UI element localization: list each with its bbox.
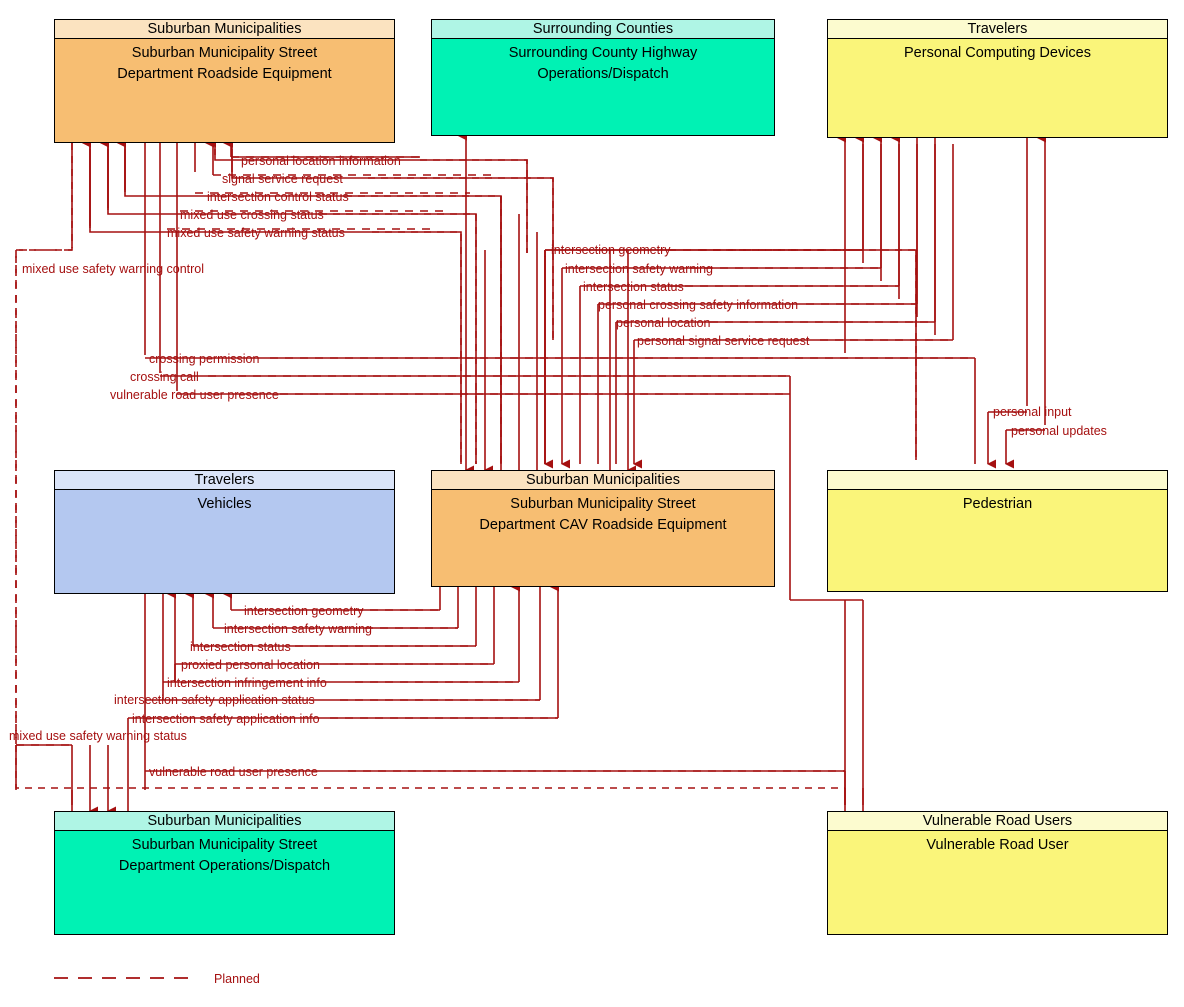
node-name-line: Surrounding County Highway [508, 45, 698, 61]
flow-label-personal-location: personal location [616, 316, 711, 330]
node-suburban-roadside-equipment[interactable]: Suburban Municipalities Suburban Municip… [54, 19, 395, 143]
flow-label-signal-service-request: signal service request [222, 172, 343, 186]
node-name-line: Vulnerable Road User [926, 837, 1069, 853]
flow-label-intersection-safety-application-status: intersection safety application status [114, 693, 315, 707]
node-vulnerable-road-user[interactable]: Vulnerable Road Users Vulnerable Road Us… [827, 811, 1168, 935]
node-stakeholder [828, 471, 1167, 490]
flow-label-personal-crossing-safety-information: personal crossing safety information [598, 298, 799, 312]
node-name-line: Suburban Municipality Street [131, 45, 318, 61]
flow-label-mixed-use-crossing-status: mixed use crossing status [180, 208, 324, 222]
flow-label-personal-input: personal input [993, 405, 1072, 419]
flow-label-personal-updates: personal updates [1011, 424, 1107, 438]
node-stakeholder: Travelers [828, 20, 1167, 39]
flow-label-vulnerable-road-user-presence-lower: vulnerable road user presence [149, 765, 318, 779]
node-suburban-street-dept-ops[interactable]: Suburban Municipalities Suburban Municip… [54, 811, 395, 935]
node-name: Pedestrian [828, 490, 1167, 515]
node-stakeholder: Travelers [55, 471, 394, 490]
node-name-line: Department CAV Roadside Equipment [479, 517, 727, 533]
node-stakeholder: Vulnerable Road Users [828, 812, 1167, 831]
node-stakeholder: Suburban Municipalities [55, 812, 394, 831]
flow-label-mixed-use-safety-warning-status-top: mixed use safety warning status [167, 226, 345, 240]
node-personal-computing-devices[interactable]: Travelers Personal Computing Devices [827, 19, 1168, 138]
node-name-line: Suburban Municipality Street [131, 837, 318, 853]
flow-label-proxied-personal-location: proxied personal location [181, 658, 320, 672]
node-name-line: Suburban Municipality Street [510, 496, 696, 512]
node-stakeholder: Surrounding Counties [432, 20, 774, 39]
flow-label-intersection-status-upper: intersection status [583, 280, 684, 294]
node-stakeholder: Suburban Municipalities [432, 471, 774, 490]
node-name-line: Pedestrian [962, 496, 1033, 512]
flow-label-intersection-infringement-info: intersection infringement info [167, 676, 327, 690]
node-suburban-cav-roadside-equipment[interactable]: Suburban Municipalities Suburban Municip… [431, 470, 775, 587]
architecture-diagram: Suburban Municipalities Suburban Municip… [0, 0, 1184, 1007]
flow-label-personal-signal-service-request: personal signal service request [637, 334, 810, 348]
flow-label-crossing-call: crossing call [130, 370, 199, 384]
flow-label-personal-location-information: personal location information [241, 154, 401, 168]
flow-label-intersection-geometry-lower: intersection geometry [244, 604, 364, 618]
node-name-line: Operations/Dispatch [537, 66, 669, 82]
node-name-line: Personal Computing Devices [904, 45, 1091, 61]
flow-label-intersection-safety-warning-upper: intersection safety warning [565, 262, 713, 276]
node-surrounding-county-highway-ops[interactable]: Surrounding Counties Surrounding County … [431, 19, 775, 136]
node-name-line: Department Roadside Equipment [117, 66, 332, 82]
node-name: Suburban Municipality Street Department … [55, 39, 394, 85]
flow-label-intersection-status-lower: intersection status [190, 640, 291, 654]
node-name-line: Vehicles [197, 496, 252, 512]
node-name: Vulnerable Road User [828, 831, 1167, 856]
flow-label-crossing-permission: crossing permission [149, 352, 260, 366]
node-name: Suburban Municipality Street Department … [55, 831, 394, 877]
legend-label-planned: Planned [214, 972, 260, 986]
flow-label-intersection-control-status: intersection control status [207, 190, 349, 204]
node-name: Suburban Municipality Street Department … [432, 490, 774, 536]
flow-label-intersection-safety-warning-lower: intersection safety warning [224, 622, 372, 636]
flow-label-mixed-use-safety-warning-control: mixed use safety warning control [22, 262, 205, 276]
node-stakeholder: Suburban Municipalities [55, 20, 394, 39]
flow-label-mixed-use-safety-warning-status-lower: mixed use safety warning status [9, 729, 187, 743]
flow-label-vulnerable-road-user-presence-upper: vulnerable road user presence [110, 388, 279, 402]
node-pedestrian[interactable]: Pedestrian [827, 470, 1168, 592]
node-vehicles[interactable]: Travelers Vehicles [54, 470, 395, 594]
flow-label-intersection-geometry-upper: intersection geometry [551, 243, 671, 257]
node-name-line: Department Operations/Dispatch [118, 858, 331, 874]
node-name: Personal Computing Devices [828, 39, 1167, 64]
flow-label-intersection-safety-application-info: intersection safety application info [132, 712, 320, 726]
node-name: Vehicles [55, 490, 394, 515]
node-name: Surrounding County Highway Operations/Di… [432, 39, 774, 85]
